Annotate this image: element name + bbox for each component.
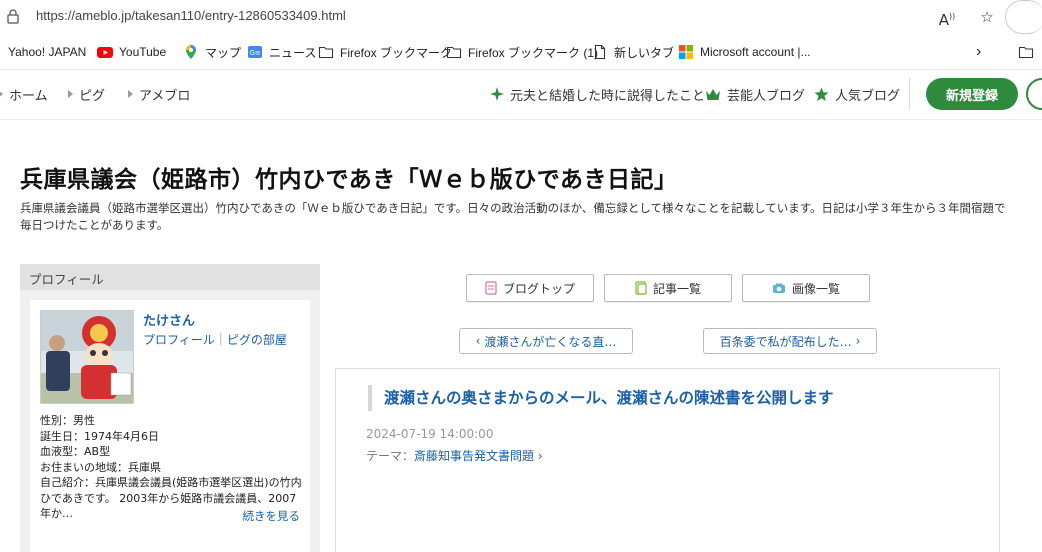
profile-card: たけさん プロフィール | ピグの部屋 性別：男性 誕生日：1974年4月6日 … xyxy=(30,300,310,552)
article-title[interactable]: 渡瀬さんの奥さまからのメール、渡瀬さんの陳述書を公開します xyxy=(368,385,834,411)
bookmark-maps[interactable]: マップ xyxy=(183,34,241,70)
link-divider: | xyxy=(218,331,223,345)
camera-icon xyxy=(772,283,785,293)
ameba-header: ホーム ピグ アメブロ 元夫と結婚した時に説得したこと 芸能人ブログ 人気ブログ… xyxy=(0,70,1042,120)
popular-blog-link[interactable]: 人気ブログ xyxy=(814,70,900,118)
article: 渡瀬さんの奥さまからのメール、渡瀬さんの陳述書を公開します 2024-07-19… xyxy=(335,368,1000,552)
bookmark-label: YouTube xyxy=(119,45,167,59)
folder-icon xyxy=(1018,46,1034,59)
profile-gender: 性別：男性 xyxy=(40,414,95,427)
bookmark-label: マップ xyxy=(205,45,242,60)
svg-text:G≡: G≡ xyxy=(249,49,260,57)
prev-article-button[interactable]: ‹ 渡瀬さんが亡くなる直… xyxy=(459,328,633,354)
profile-links: プロフィール | ピグの部屋 xyxy=(143,331,287,348)
blog-title[interactable]: 兵庫県議会（姫路市）竹内ひであき「Ｗｅｂ版ひであき日記」 xyxy=(20,160,678,194)
tab-blog-top[interactable]: ブログトップ xyxy=(466,274,594,302)
chevron-left-icon: ‹ xyxy=(475,334,481,348)
chevron-right-icon: › xyxy=(855,334,861,348)
trending-topic-label: 元夫と結婚した時に説得したこと xyxy=(510,88,706,104)
bookmark-news[interactable]: G≡ ニュース xyxy=(247,34,316,70)
bookmark-firefox-folder-1[interactable]: Firefox ブックマーク (1) xyxy=(446,34,598,70)
address-bar: https://ameblo.jp/takesan110/entry-12860… xyxy=(0,0,1042,34)
bookmark-yahoo[interactable]: Yahoo! JAPAN xyxy=(8,34,86,70)
bookmarks-bar: Yahoo! JAPAN YouTube マップ G≡ ニュース Firefox… xyxy=(0,34,1042,70)
profile-birthday: 誕生日：1974年4月6日 xyxy=(40,429,159,443)
star-icon xyxy=(814,87,829,101)
bookmark-firefox-folder[interactable]: Firefox ブックマーク xyxy=(318,34,452,70)
read-aloud-icon[interactable]: A)) xyxy=(936,6,958,29)
crumb-label: アメブロ xyxy=(139,88,191,104)
profile-info: 性別：男性 誕生日：1974年4月6日 血液型：AB型 お住まいの地域：兵庫県 … xyxy=(40,413,302,522)
nav-divider xyxy=(909,78,910,110)
microsoft-icon xyxy=(679,45,693,59)
profile-button-edge[interactable] xyxy=(1005,0,1042,34)
maps-pin-icon xyxy=(186,45,196,59)
article-theme: テーマ：斎藤知事告発文書問題 › xyxy=(366,447,543,464)
tab-label: 画像一覧 xyxy=(791,281,840,296)
crumb-ameblo[interactable]: アメブロ xyxy=(128,70,190,118)
tab-label: 記事一覧 xyxy=(652,281,701,296)
youtube-icon xyxy=(97,47,113,58)
celebrity-blog-label: 芸能人ブログ xyxy=(727,88,806,104)
avatar-photo xyxy=(41,311,133,403)
crown-icon xyxy=(706,88,720,100)
login-button[interactable] xyxy=(1026,78,1042,110)
profile-heading: プロフィール xyxy=(20,264,320,290)
page-info-icon[interactable] xyxy=(6,8,20,24)
crumb-pigg[interactable]: ピグ xyxy=(68,70,105,118)
article-date: 2024-07-19 14:00:00 xyxy=(366,427,494,441)
crumb-arrow-icon xyxy=(128,90,133,98)
article-list-icon xyxy=(635,281,647,295)
bookmark-label: Microsoft account |... xyxy=(700,45,811,59)
blog-top-icon xyxy=(485,281,497,295)
next-article-label: 百条委で私が配布した… xyxy=(719,334,852,349)
signup-button[interactable]: 新規登録 xyxy=(926,78,1018,110)
bookmark-label: 新しいタブ xyxy=(614,45,675,60)
profile-link[interactable]: プロフィール xyxy=(143,331,215,348)
crumb-arrow-icon xyxy=(68,90,73,98)
bookmark-new-tab[interactable]: 新しいタブ xyxy=(592,34,674,70)
crumb-home[interactable]: ホーム xyxy=(0,70,48,118)
other-bookmarks-folder[interactable] xyxy=(1018,34,1034,70)
sparkle-icon xyxy=(490,87,504,101)
next-article-button[interactable]: 百条委で私が配布した… › xyxy=(703,328,877,354)
theme-prefix: テーマ： xyxy=(366,449,415,463)
tab-label: ブログトップ xyxy=(502,281,575,296)
celebrity-blog-link[interactable]: 芸能人ブログ xyxy=(705,70,805,118)
folder-icon xyxy=(446,46,462,59)
folder-icon xyxy=(318,46,334,59)
bookmark-label: Firefox ブックマーク xyxy=(340,45,453,60)
favorite-star-icon[interactable]: ☆ xyxy=(976,6,998,28)
bookmark-label: Yahoo! JAPAN xyxy=(8,45,87,59)
url-input[interactable]: https://ameblo.jp/takesan110/entry-12860… xyxy=(36,8,346,23)
profile-name[interactable]: たけさん xyxy=(143,310,195,329)
bookmark-youtube[interactable]: YouTube xyxy=(97,34,166,70)
avatar[interactable] xyxy=(40,310,134,404)
bookmark-microsoft-account[interactable]: Microsoft account |... xyxy=(678,34,811,70)
tab-image-list[interactable]: 画像一覧 xyxy=(742,274,870,302)
crumb-arrow-icon xyxy=(0,90,3,98)
bookmark-label: Firefox ブックマーク (1) xyxy=(468,45,599,60)
blog-description: 兵庫県議会議員（姫路市選挙区選出）竹内ひであきの「Ｗｅｂ版ひであき日記」です。日… xyxy=(20,201,1006,232)
trending-topic-link[interactable]: 元夫と結婚した時に説得したこと xyxy=(490,70,705,118)
popular-blog-label: 人気ブログ xyxy=(835,88,901,104)
sidebar: プロフィール たけさん プロフィール | ピグの部屋 性別：男性 誕生日：197… xyxy=(20,264,320,552)
chevron-right-icon: › xyxy=(534,449,543,463)
tab-article-list[interactable]: 記事一覧 xyxy=(604,274,732,302)
news-icon: G≡ xyxy=(248,46,262,58)
pigg-room-link[interactable]: ピグの部屋 xyxy=(227,331,287,348)
read-more-link[interactable]: 続きを見る xyxy=(243,508,301,524)
profile-blood-type: 血液型：AB型 xyxy=(40,445,111,458)
prev-article-label: 渡瀬さんが亡くなる直… xyxy=(484,334,617,349)
bookmark-label: ニュース xyxy=(269,45,317,60)
crumb-label: ピグ xyxy=(79,88,106,104)
page-icon xyxy=(594,44,606,60)
profile-location: お住まいの地域：兵庫県 xyxy=(40,460,161,474)
theme-link[interactable]: 斎藤知事告発文書問題 xyxy=(414,449,534,463)
crumb-label: ホーム xyxy=(9,88,48,104)
bookmarks-overflow-chevron-icon[interactable]: › xyxy=(976,34,981,70)
